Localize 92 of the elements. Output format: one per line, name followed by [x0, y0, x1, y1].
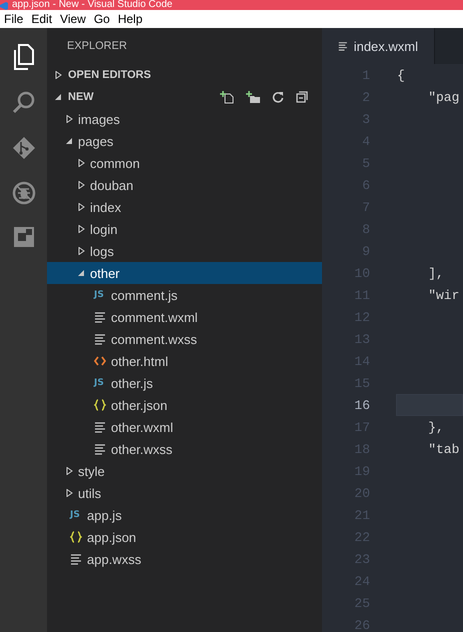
folder-name: utils — [78, 486, 102, 500]
tree-row[interactable]: comment.wxml — [47, 306, 322, 328]
tree-row[interactable]: other.wxml — [47, 416, 322, 438]
folder-name: common — [90, 156, 140, 170]
tree-row[interactable]: app.wxss — [47, 548, 322, 570]
tree-row[interactable]: images — [47, 108, 322, 130]
expanded-arrow-icon[interactable] — [66, 137, 73, 145]
braces-icon — [70, 531, 82, 543]
tree-row[interactable]: other.wxss — [47, 438, 322, 460]
tree-row[interactable]: style — [47, 460, 322, 482]
collapsed-arrow-icon[interactable] — [78, 159, 85, 167]
file-name: app.js — [87, 508, 122, 522]
folder-name: login — [90, 222, 118, 236]
menu-item[interactable]: File — [0, 12, 28, 26]
folder-name: index — [90, 200, 122, 214]
folder-name: douban — [90, 178, 134, 192]
lines-icon — [94, 333, 106, 345]
tree-row[interactable]: utils — [47, 482, 322, 504]
collapsed-arrow-icon[interactable] — [78, 203, 85, 211]
file-name: comment.wxss — [111, 332, 197, 346]
file-name: app.wxss — [87, 552, 142, 566]
tree-row[interactable]: index — [47, 196, 322, 218]
files-icon[interactable] — [12, 44, 34, 70]
js-icon: JS — [70, 510, 80, 520]
code-text: "wir — [427, 288, 460, 302]
code-text: { — [397, 68, 405, 82]
tree-row[interactable]: other.html — [47, 350, 322, 372]
folder-name: style — [78, 464, 105, 478]
line-number: 16 — [353, 398, 370, 412]
lines-icon — [94, 443, 106, 455]
explorer-title: EXPLORER — [66, 39, 128, 54]
lines-icon — [70, 553, 82, 565]
tree-row[interactable]: JS other.js — [47, 372, 322, 394]
collapsed-arrow-icon[interactable] — [66, 115, 73, 123]
search-icon[interactable] — [12, 91, 36, 115]
tree-row[interactable]: douban — [47, 174, 322, 196]
lines-icon — [94, 311, 106, 323]
collapsed-arrow-icon[interactable] — [78, 225, 85, 233]
code-text: "pag — [427, 90, 460, 104]
braces-icon — [94, 399, 106, 411]
collapsed-arrow-icon[interactable] — [55, 71, 62, 79]
expanded-arrow-icon[interactable] — [55, 93, 62, 101]
file-name: comment.wxml — [111, 310, 198, 324]
tree-row[interactable]: JS comment.js — [47, 284, 322, 306]
tree-row[interactable]: logs — [47, 240, 322, 262]
lines-icon — [94, 421, 106, 433]
bug-icon[interactable] — [12, 181, 36, 205]
file-name: other.js — [111, 376, 153, 390]
window-title: app.json - New - Visual Studio Code — [12, 0, 172, 10]
menu-item[interactable]: Edit — [27, 12, 56, 26]
file-name: other.json — [111, 398, 168, 412]
file-name: other.html — [111, 354, 168, 368]
folder-name: pages — [78, 134, 114, 148]
collapsed-arrow-icon[interactable] — [66, 489, 73, 497]
menu-item[interactable]: Help — [114, 12, 147, 26]
file-name: other.wxml — [111, 420, 174, 434]
angle-brackets-icon — [94, 355, 106, 367]
folder-name: other — [90, 266, 120, 280]
folder-name: images — [78, 112, 120, 126]
tree-row[interactable]: app.json — [47, 526, 322, 548]
tree-row[interactable]: pages — [47, 130, 322, 152]
js-icon: JS — [94, 378, 104, 388]
new-file-icon[interactable] — [220, 90, 234, 104]
tree-row[interactable]: other.json — [47, 394, 322, 416]
tree-row[interactable]: common — [47, 152, 322, 174]
extensions-icon[interactable] — [12, 226, 34, 248]
file-name: app.json — [87, 530, 136, 544]
section-header[interactable]: OPEN EDITORS — [68, 69, 322, 81]
collapsed-arrow-icon[interactable] — [78, 181, 85, 189]
collapsed-arrow-icon[interactable] — [66, 467, 73, 475]
code-text: "tab — [427, 442, 460, 456]
file-name: comment.js — [111, 288, 178, 302]
js-icon: JS — [94, 290, 104, 300]
collapse-all-icon[interactable] — [296, 91, 308, 103]
expanded-arrow-icon[interactable] — [78, 269, 85, 277]
lines-icon — [338, 40, 348, 52]
tree-row[interactable]: login — [47, 218, 322, 240]
new-folder-icon[interactable] — [246, 90, 260, 104]
section-header[interactable]: NEW — [68, 91, 214, 103]
refresh-icon[interactable] — [272, 91, 284, 103]
code-text: ], — [427, 266, 444, 280]
code-text: }, — [427, 420, 444, 434]
editor-tab[interactable]: index.wxml — [322, 28, 435, 64]
menu-item[interactable]: Go — [90, 12, 114, 26]
selected-tree-row[interactable]: other — [47, 262, 322, 284]
tree-row[interactable]: JS app.js — [47, 504, 322, 526]
file-name: other.wxss — [111, 442, 172, 456]
folder-name: logs — [90, 244, 114, 258]
collapsed-arrow-icon[interactable] — [78, 247, 85, 255]
menu-item[interactable]: View — [56, 12, 90, 26]
tree-row[interactable]: comment.wxss — [47, 328, 322, 350]
git-icon[interactable] — [12, 136, 36, 160]
